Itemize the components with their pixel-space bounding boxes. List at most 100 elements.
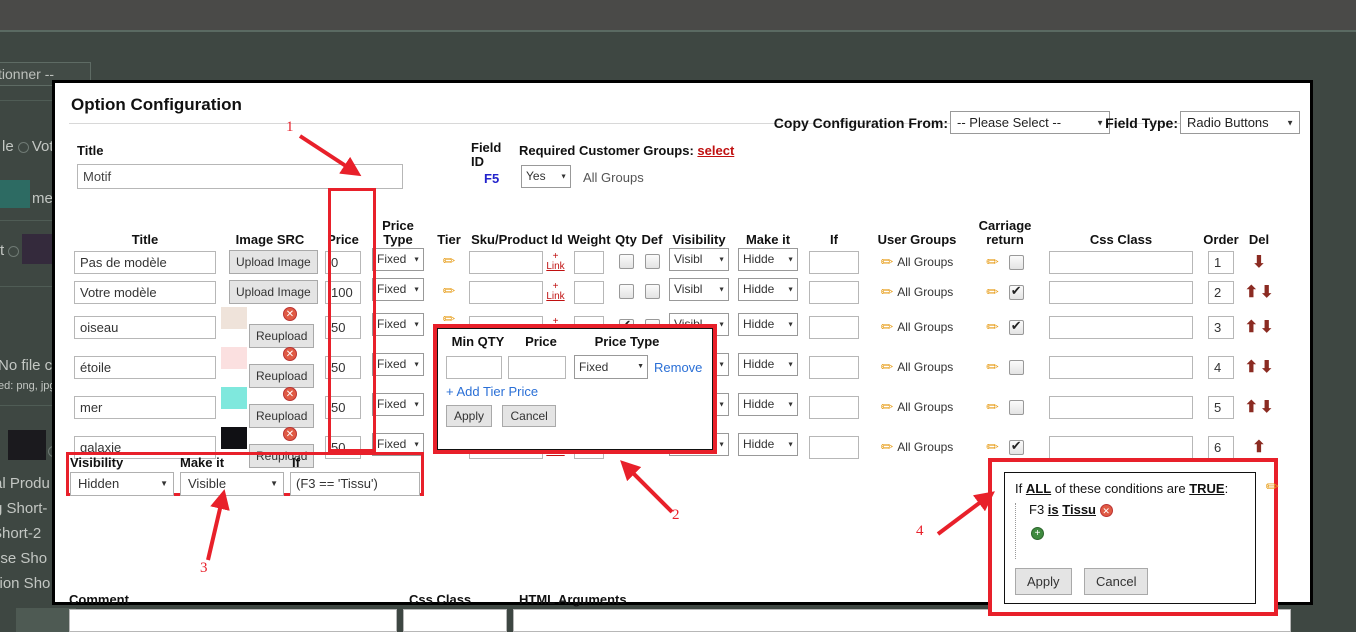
sku-link-toggle[interactable]: +Link — [546, 282, 564, 302]
user-groups-pencil-icon[interactable]: ✏ — [881, 285, 894, 300]
conditions-cancel-button[interactable]: Cancel — [1083, 568, 1149, 595]
row-make-it-select[interactable]: Hidde — [738, 248, 798, 271]
required-select[interactable]: Yes — [521, 165, 571, 188]
row-if-input[interactable] — [809, 250, 859, 274]
conditions-apply-button[interactable]: Apply — [1015, 568, 1072, 595]
row-css-class-input[interactable] — [1049, 280, 1193, 304]
order-input[interactable] — [1208, 280, 1234, 304]
price-type-select[interactable]: Fixed — [372, 248, 424, 271]
order-input[interactable] — [1208, 355, 1234, 379]
cond-true-word[interactable]: TRUE — [1189, 481, 1224, 496]
user-groups-pencil-icon[interactable]: ✏ — [881, 255, 894, 270]
row-visibility-select[interactable]: Visibl — [669, 278, 729, 301]
condition-value[interactable]: Tissu — [1062, 502, 1096, 517]
condition-pencil-icon[interactable]: ✏ — [986, 285, 999, 300]
comment-input[interactable] — [69, 609, 397, 632]
upload-image-button[interactable]: Upload Image — [229, 280, 318, 304]
tier-pencil-icon[interactable]: ✏ — [443, 283, 456, 300]
radio-icon[interactable] — [17, 141, 29, 153]
order-input[interactable] — [1208, 315, 1234, 339]
make-it-select[interactable]: Visible — [180, 472, 284, 496]
row-visibility-select[interactable]: Visibl — [669, 248, 729, 271]
row-css-class-input[interactable] — [1049, 355, 1193, 379]
move-up-icon[interactable]: ⬆ — [1251, 439, 1266, 456]
visibility-select[interactable]: Hidden — [70, 472, 174, 496]
weight-input[interactable] — [574, 280, 604, 304]
sku-input[interactable] — [469, 280, 544, 304]
delete-image-icon[interactable]: ✕ — [283, 427, 297, 441]
user-groups-pencil-icon[interactable]: ✏ — [881, 440, 894, 455]
qty-checkbox[interactable] — [618, 284, 634, 300]
tier-price-input[interactable] — [508, 355, 566, 379]
move-down-icon[interactable]: ⬇ — [1259, 319, 1274, 336]
row-css-class-input[interactable] — [1049, 435, 1193, 459]
carriage-return-checkbox[interactable] — [1008, 254, 1024, 270]
user-groups-pencil-icon[interactable]: ✏ — [881, 360, 894, 375]
price-type-select[interactable]: Fixed — [372, 393, 424, 416]
row-css-class-input[interactable] — [1049, 250, 1193, 274]
tier-apply-button[interactable]: Apply — [446, 405, 493, 427]
remove-condition-icon[interactable]: ✕ — [1099, 504, 1113, 518]
carriage-return-checkbox[interactable] — [1008, 318, 1024, 335]
move-down-icon[interactable]: ⬇ — [1259, 399, 1274, 416]
move-down-icon[interactable]: ⬇ — [1259, 284, 1274, 301]
order-input[interactable] — [1208, 435, 1234, 459]
if-condition-input[interactable]: (F3 == 'Tissu') — [290, 472, 420, 496]
row-make-it-select[interactable]: Hidde — [738, 353, 798, 376]
condition-pencil-icon[interactable]: ✏ — [986, 320, 999, 335]
user-groups-pencil-icon[interactable]: ✏ — [881, 320, 894, 335]
row-if-input[interactable] — [809, 280, 859, 304]
row-css-class-input[interactable] — [1049, 395, 1193, 419]
move-up-icon[interactable]: ⬆ — [1244, 319, 1259, 336]
price-type-select[interactable]: Fixed — [372, 353, 424, 376]
order-input[interactable] — [1208, 250, 1234, 274]
tier-min-qty-input[interactable] — [446, 355, 502, 379]
condition-pencil-icon[interactable]: ✏ — [986, 255, 999, 270]
carriage-return-checkbox[interactable] — [1008, 359, 1024, 375]
delete-image-icon[interactable]: ✕ — [283, 387, 297, 401]
radio-icon-2[interactable] — [8, 245, 20, 257]
upload-image-button[interactable]: Upload Image — [229, 250, 318, 274]
cond-all-word[interactable]: ALL — [1026, 481, 1051, 496]
reupload-button[interactable]: Reupload — [249, 364, 315, 388]
row-make-it-select[interactable]: Hidde — [738, 278, 798, 301]
def-checkbox[interactable] — [644, 254, 660, 270]
move-down-icon[interactable]: ⬇ — [1251, 254, 1266, 271]
sku-input[interactable] — [469, 250, 544, 274]
row-if-input[interactable] — [809, 355, 859, 379]
tier-price-type-select[interactable]: Fixed — [574, 355, 648, 379]
add-condition-icon[interactable]: + — [1031, 527, 1044, 541]
carriage-return-checkbox[interactable] — [1008, 438, 1024, 455]
qty-checkbox[interactable] — [618, 254, 634, 270]
row-css-class-input[interactable] — [1049, 315, 1193, 339]
sku-link-toggle[interactable]: +Link — [546, 252, 564, 272]
field-type-select[interactable]: Radio Buttons — [1180, 111, 1300, 134]
tier-remove-link[interactable]: Remove — [654, 360, 702, 375]
order-input[interactable] — [1208, 395, 1234, 419]
row-make-it-select[interactable]: Hidde — [738, 313, 798, 336]
def-checkbox[interactable] — [644, 284, 660, 300]
price-type-select[interactable]: Fixed — [372, 313, 424, 336]
carriage-return-checkbox[interactable] — [1008, 283, 1024, 300]
select-link[interactable]: select — [697, 143, 734, 158]
condition-pencil-icon[interactable]: ✏ — [986, 360, 999, 375]
edit-pencil-icon[interactable]: ✏ — [1266, 477, 1279, 497]
css-class-input[interactable] — [403, 609, 507, 632]
condition-operator[interactable]: is — [1048, 502, 1059, 517]
reupload-button[interactable]: Reupload — [249, 404, 315, 428]
user-groups-pencil-icon[interactable]: ✏ — [881, 400, 894, 415]
move-up-icon[interactable]: ⬆ — [1244, 359, 1259, 376]
option-title-input[interactable] — [74, 280, 216, 304]
move-up-icon[interactable]: ⬆ — [1244, 284, 1259, 301]
carriage-return-checkbox[interactable] — [1008, 399, 1024, 415]
tier-cancel-button[interactable]: Cancel — [502, 405, 556, 427]
option-title-input[interactable] — [74, 315, 216, 339]
row-if-input[interactable] — [809, 435, 859, 459]
reupload-button[interactable]: Reupload — [249, 324, 315, 348]
delete-image-icon[interactable]: ✕ — [283, 307, 297, 321]
option-title-input[interactable] — [74, 355, 216, 379]
option-title-input[interactable] — [74, 395, 216, 419]
tier-pencil-icon[interactable]: ✏ — [443, 253, 456, 270]
row-make-it-select[interactable]: Hidde — [738, 393, 798, 416]
condition-pencil-icon[interactable]: ✏ — [986, 400, 999, 415]
